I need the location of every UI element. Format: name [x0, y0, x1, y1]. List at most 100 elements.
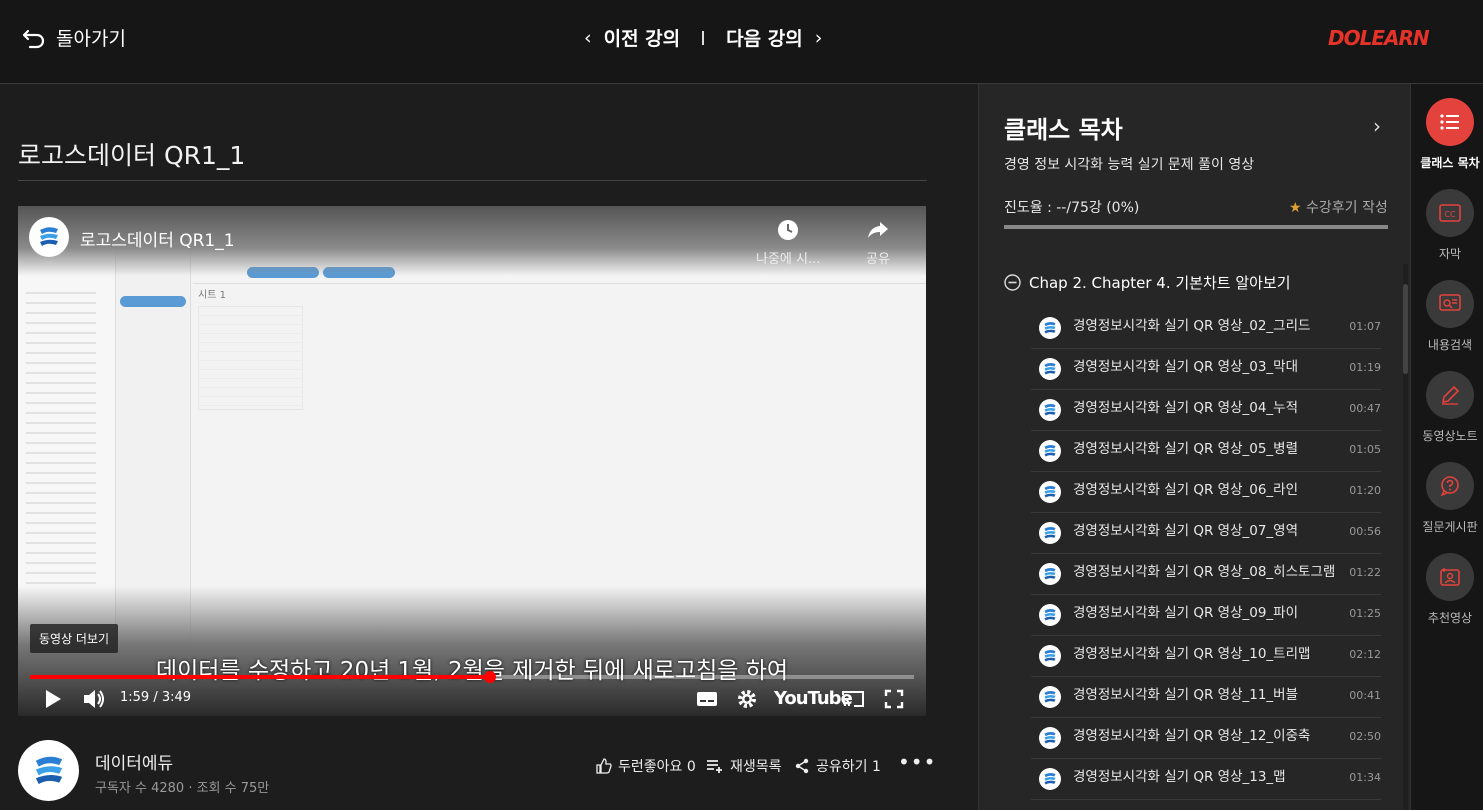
like-button[interactable]: 두런좋아요 0 — [596, 756, 696, 776]
chevron-left-icon: ‹ — [584, 26, 592, 49]
back-button[interactable]: 돌아가기 — [22, 24, 126, 51]
lesson-item[interactable]: 경영정보시각화 실기 QR 영상_06_라인 01:20 — [1031, 472, 1381, 513]
video-title[interactable]: 로고스데이터 QR1_1 — [80, 226, 235, 251]
rail-button-pencil[interactable]: 동영상노트 — [1422, 371, 1478, 444]
channel-stats: 구독자 수 4280 · 조회 수 75만 — [95, 781, 270, 796]
lesson-duration: 01:22 — [1349, 566, 1381, 579]
lesson-item[interactable]: 경영정보시각화 실기 QR 영상_10_트리맵 02:12 — [1031, 636, 1381, 677]
lesson-item[interactable]: 경영정보시각화 실기 QR 영상_08_히스토그램 01:22 — [1031, 554, 1381, 595]
dolearn-logo[interactable]: DOLEARN — [1328, 26, 1430, 50]
play-icon[interactable] — [44, 689, 62, 709]
share-label: 공유하기 1 — [816, 759, 881, 775]
lesson-duration: 01:19 — [1349, 361, 1381, 374]
channel-logo-icon — [40, 227, 58, 246]
thumbs-up-icon — [596, 758, 612, 774]
video-frame-sheet-label: 시트 1 — [198, 290, 226, 301]
rail-button-question[interactable]: 질문게시판 — [1422, 462, 1478, 535]
watch-later-label: 나중에 시... — [756, 252, 821, 267]
channel-avatar[interactable] — [18, 740, 79, 801]
more-videos-button[interactable]: 동영상 더보기 — [30, 624, 119, 653]
cc-icon: CC — [1426, 189, 1474, 237]
cast-icon[interactable] — [841, 690, 865, 708]
clock-icon — [778, 220, 799, 240]
lesson-title: 경영정보시각화 실기 QR 영상_12_이중축 — [1073, 728, 1311, 744]
chapter-header[interactable]: Chap 2. Chapter 4. 기본차트 알아보기 — [1004, 272, 1291, 293]
course-progress-bar — [1004, 225, 1388, 229]
next-lecture-label: 다음 강의 — [726, 28, 803, 50]
lesson-channel-icon — [1039, 645, 1061, 667]
chapter-title: Chap 2. Chapter 4. 기본차트 알아보기 — [1029, 274, 1291, 292]
lesson-duration: 01:07 — [1349, 320, 1381, 333]
scrollbar-thumb[interactable] — [1403, 284, 1408, 374]
top-bar: 돌아가기 ‹ 이전 강의 다음 강의 › DOLEARN — [0, 0, 1483, 84]
video-channel-avatar[interactable] — [29, 217, 69, 257]
lesson-channel-icon — [1039, 317, 1061, 339]
lesson-item[interactable]: 경영정보시각화 실기 QR 영상_04_누적 00:47 — [1031, 390, 1381, 431]
fullscreen-icon[interactable] — [884, 689, 904, 709]
playlist-button[interactable]: 재생목록 — [706, 756, 782, 776]
lesson-list: 경영정보시각화 실기 QR 영상_02_그리드 01:07 경영정보시각화 실기 Q… — [1031, 308, 1381, 800]
lesson-channel-icon — [1039, 481, 1061, 503]
lesson-item[interactable]: 경영정보시각화 실기 QR 영상_05_병렬 01:05 — [1031, 431, 1381, 472]
lesson-item[interactable]: 경영정보시각화 실기 QR 영상_07_영역 00:56 — [1031, 513, 1381, 554]
lesson-title: 경영정보시각화 실기 QR 영상_13_맵 — [1073, 769, 1286, 785]
share-icon — [795, 758, 809, 774]
lesson-item[interactable]: 경영정보시각화 실기 QR 영상_02_그리드 01:07 — [1031, 308, 1381, 349]
progress-bar[interactable] — [30, 671, 914, 683]
panel-scrollbar[interactable] — [1403, 264, 1408, 810]
like-label: 두런좋아요 0 — [618, 759, 696, 775]
rail-button-cc[interactable]: CC 자막 — [1426, 189, 1474, 262]
lesson-duration: 01:25 — [1349, 607, 1381, 620]
lesson-duration: 02:12 — [1349, 648, 1381, 661]
video-share-label: 공유 — [866, 252, 890, 267]
rail-button-recommend[interactable]: 추천영상 — [1426, 553, 1474, 626]
rail-button-content-search[interactable]: 내용검색 — [1426, 280, 1474, 353]
channel-logo-icon — [35, 756, 62, 784]
question-icon — [1426, 462, 1474, 510]
watch-later-button[interactable]: 나중에 시... — [756, 218, 820, 267]
lesson-title: 경영정보시각화 실기 QR 영상_09_파이 — [1073, 605, 1299, 621]
settings-gear-icon[interactable] — [736, 688, 758, 710]
lecture-nav: ‹ 이전 강의 다음 강의 › — [584, 24, 822, 51]
rail-button-list[interactable]: 클래스 목차 — [1420, 98, 1480, 171]
next-lecture-button[interactable]: 다음 강의 › — [726, 24, 822, 51]
video-subtitle: 데이터를 수정하고 20년 1월, 2월을 제거한 뒤에 새로고침을 하여 — [155, 658, 789, 684]
lesson-title: 경영정보시각화 실기 QR 영상_02_그리드 — [1073, 318, 1311, 334]
lesson-title: 경영정보시각화 실기 QR 영상_08_히스토그램 — [1073, 564, 1336, 580]
side-rail: 클래스 목차 CC 자막내용검색동영상노트질문게시판추천영상 — [1410, 84, 1483, 810]
lesson-duration: 00:41 — [1349, 689, 1381, 702]
lesson-item[interactable]: 경영정보시각화 실기 QR 영상_13_맵 01:34 — [1031, 759, 1381, 800]
lesson-duration: 01:34 — [1349, 771, 1381, 784]
recommend-icon — [1426, 553, 1474, 601]
svg-text:CC: CC — [1444, 210, 1456, 219]
video-frame-table — [198, 306, 303, 410]
list-icon — [1426, 98, 1474, 146]
lesson-title: 경영정보시각화 실기 QR 영상_11_버블 — [1073, 687, 1299, 703]
channel-name[interactable]: 데이터에듀 — [95, 749, 173, 774]
lesson-title: 경영정보시각화 실기 QR 영상_06_라인 — [1073, 482, 1299, 498]
content-search-icon — [1426, 280, 1474, 328]
star-icon: ★ — [1289, 200, 1302, 216]
channel-row: 데이터에듀 구독자 수 4280 · 조회 수 75만 두런좋아요 0 재생목록… — [18, 740, 935, 804]
share-button[interactable]: 공유하기 1 — [794, 756, 881, 776]
progress-rate: 진도율 : --/75강 (0%) — [1004, 200, 1140, 216]
class-toc-panel: 클래스 목차 › 경영 정보 시각화 능력 실기 문제 풀이 영상 진도율 : … — [978, 84, 1410, 810]
nav-divider — [702, 30, 705, 45]
subtitles-icon[interactable] — [696, 691, 718, 707]
lesson-item[interactable]: 경영정보시각화 실기 QR 영상_09_파이 01:25 — [1031, 595, 1381, 636]
lesson-title: 경영정보시각화 실기 QR 영상_07_영역 — [1073, 523, 1299, 539]
pencil-icon — [1426, 371, 1474, 419]
video-share-button[interactable]: 공유 — [866, 218, 890, 267]
prev-lecture-button[interactable]: ‹ 이전 강의 — [584, 24, 680, 51]
lesson-item[interactable]: 경영정보시각화 실기 QR 영상_03_막대 01:19 — [1031, 349, 1381, 390]
panel-collapse-chevron-icon[interactable]: › — [1373, 114, 1381, 138]
collapse-minus-icon — [1004, 274, 1021, 291]
lesson-item[interactable]: 경영정보시각화 실기 QR 영상_12_이중축 02:50 — [1031, 718, 1381, 759]
write-review-button[interactable]: ★ 수강후기 작성 — [1289, 197, 1388, 217]
lesson-item[interactable]: 경영정보시각화 실기 QR 영상_11_버블 00:41 — [1031, 677, 1381, 718]
more-options-button[interactable]: ••• — [898, 750, 936, 774]
lesson-title: 경영정보시각화 실기 QR 영상_04_누적 — [1073, 400, 1299, 416]
volume-icon[interactable] — [82, 688, 106, 710]
video-player[interactable]: 시트 1 로고스데이터 QR1_1 나중에 시... 공유 동영상 더보기 데이… — [18, 206, 926, 716]
panel-title: 클래스 목차 — [1004, 116, 1123, 144]
